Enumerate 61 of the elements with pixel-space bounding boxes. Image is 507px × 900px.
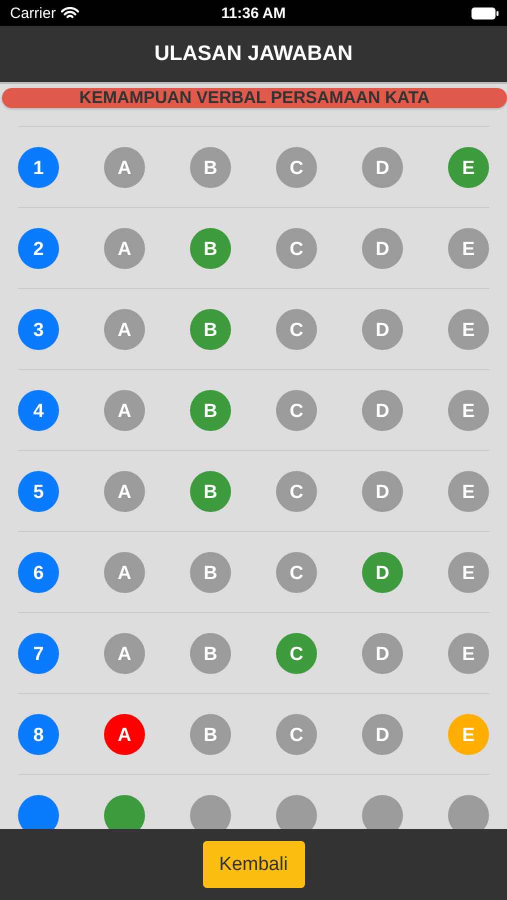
answer-option[interactable]: E <box>448 470 489 512</box>
question-number[interactable]: 4 <box>18 390 59 430</box>
answer-option[interactable]: D <box>362 228 403 268</box>
answer-option[interactable]: B <box>190 714 231 754</box>
carrier-name: Carrier <box>10 4 56 22</box>
question-number[interactable]: 8 <box>18 714 59 754</box>
section-banner: KEMAMPUAN VERBAL PERSAMAAN KATA <box>2 88 507 108</box>
question-number[interactable]: 2 <box>18 228 59 268</box>
answer-option[interactable]: E <box>448 632 489 674</box>
answer-option[interactable]: E <box>448 390 489 430</box>
answer-option[interactable]: D <box>362 308 403 350</box>
answer-option[interactable] <box>448 794 489 829</box>
answer-option[interactable]: A <box>104 308 145 350</box>
answer-option[interactable]: E <box>448 146 489 188</box>
answer-option[interactable]: C <box>276 632 317 674</box>
answer-option[interactable]: D <box>362 552 403 592</box>
battery-icon <box>471 6 499 20</box>
answer-option[interactable]: C <box>276 714 317 754</box>
page-title: ULASAN JAWABAN <box>154 42 353 66</box>
answer-option[interactable]: A <box>104 632 145 674</box>
answer-option[interactable]: A <box>104 146 145 188</box>
question-number[interactable]: 5 <box>18 470 59 512</box>
answer-option[interactable]: C <box>276 552 317 592</box>
answer-option[interactable]: C <box>276 228 317 268</box>
answer-option[interactable]: B <box>190 390 231 430</box>
answer-option[interactable]: B <box>190 552 231 592</box>
answer-option[interactable]: A <box>104 390 145 430</box>
answer-option[interactable]: D <box>362 390 403 430</box>
answer-option[interactable]: D <box>362 146 403 188</box>
status-time: 11:36 AM <box>221 4 286 22</box>
answer-option[interactable]: E <box>448 714 489 754</box>
answer-option[interactable]: B <box>190 146 231 188</box>
answer-option[interactable]: A <box>104 714 145 754</box>
answer-option[interactable]: E <box>448 308 489 350</box>
back-button[interactable]: Kembali <box>202 841 304 888</box>
answer-option[interactable]: A <box>104 552 145 592</box>
answer-option[interactable] <box>276 794 317 829</box>
answer-option[interactable]: D <box>362 470 403 512</box>
answer-option[interactable]: A <box>104 228 145 268</box>
question-number[interactable] <box>18 794 59 829</box>
answer-option[interactable]: A <box>104 470 145 512</box>
wifi-icon <box>60 6 79 20</box>
answer-option[interactable]: C <box>276 146 317 188</box>
question-number[interactable]: 1 <box>18 146 59 188</box>
answer-option[interactable]: C <box>276 390 317 430</box>
answer-option[interactable]: D <box>362 632 403 674</box>
answer-option[interactable]: E <box>448 552 489 592</box>
answer-option[interactable] <box>190 794 231 829</box>
answer-option[interactable] <box>362 794 403 829</box>
answer-option[interactable]: C <box>276 470 317 512</box>
answer-option[interactable]: D <box>362 714 403 754</box>
answer-option[interactable]: B <box>190 228 231 268</box>
answer-option[interactable] <box>104 794 145 829</box>
question-number[interactable]: 3 <box>18 308 59 350</box>
answer-option[interactable]: C <box>276 308 317 350</box>
answer-option[interactable]: B <box>190 308 231 350</box>
answer-option[interactable]: B <box>190 470 231 512</box>
question-number[interactable]: 6 <box>18 552 59 592</box>
answer-option[interactable]: B <box>190 632 231 674</box>
question-number[interactable]: 7 <box>18 632 59 674</box>
answer-option[interactable]: E <box>448 228 489 268</box>
